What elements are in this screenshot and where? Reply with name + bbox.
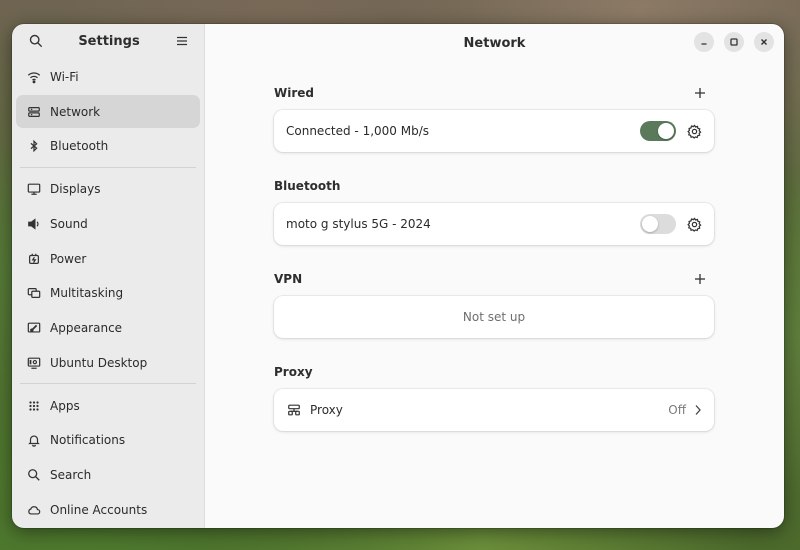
vpn-empty-row: Not set up: [274, 296, 714, 338]
sidebar-item-displays[interactable]: Displays: [16, 173, 200, 206]
proxy-label: Proxy: [310, 403, 343, 417]
close-button[interactable]: [754, 32, 774, 52]
apps-icon: [26, 398, 42, 414]
search-icon: [29, 35, 43, 48]
sidebar-item-bluetooth[interactable]: Bluetooth: [16, 130, 200, 163]
main-menu-button[interactable]: [170, 29, 194, 53]
bell-icon: [26, 432, 42, 448]
main-panel: Network Wired Connected - 1,000 Mb/s Blu…: [205, 24, 784, 528]
sidebar-divider: [20, 383, 196, 385]
speaker-icon: [26, 216, 42, 232]
network-icon: [26, 104, 42, 120]
cloud-icon: [26, 502, 42, 518]
network-content: Wired Connected - 1,000 Mb/s Bluetooth m…: [274, 82, 714, 454]
sidebar-item-label: Multitasking: [50, 286, 124, 301]
sidebar-item-label: Notifications: [50, 433, 126, 448]
gear-icon: [686, 216, 702, 232]
wired-connection-row: Connected - 1,000 Mb/s: [274, 110, 714, 152]
sidebar-item-label: Sound: [50, 217, 88, 231]
sidebar-header: Settings: [12, 26, 204, 56]
appearance-icon: [26, 320, 42, 336]
sidebar-list: Wi-Fi Network Bluetooth Displays Sound P…: [12, 56, 204, 528]
page-title: Network: [463, 35, 526, 51]
multitasking-icon: [26, 285, 42, 301]
maximize-icon: [730, 38, 738, 46]
chevron-right-icon: [694, 404, 702, 416]
proxy-group-header: Proxy: [274, 361, 714, 383]
search-icon: [26, 467, 42, 483]
sidebar-item-apps[interactable]: Apps: [16, 389, 200, 422]
gear-icon: [686, 123, 702, 139]
bluetooth-settings-button[interactable]: [686, 216, 702, 232]
sidebar-item-online-accounts[interactable]: Online Accounts: [16, 493, 200, 526]
wired-toggle[interactable]: [640, 121, 676, 141]
toggle-knob: [642, 216, 658, 232]
sidebar-item-label: Online Accounts: [50, 502, 148, 517]
vpn-group-header: VPN: [274, 268, 714, 290]
sidebar-item-ubuntu-desktop[interactable]: Ubuntu Desktop: [16, 346, 200, 379]
sidebar-item-label: Network: [50, 104, 101, 119]
ubuntu-desktop-icon: [26, 355, 42, 371]
sidebar-item-wifi[interactable]: Wi-Fi: [16, 60, 200, 93]
minimize-button[interactable]: [694, 32, 714, 52]
vpn-empty-text: Not set up: [462, 310, 526, 324]
sidebar-item-label: Ubuntu Desktop: [50, 355, 148, 370]
plus-icon: [695, 274, 705, 284]
header-bar: Network: [205, 24, 784, 62]
sidebar-item-label: Search: [50, 468, 92, 483]
bluetooth-group-header: Bluetooth: [274, 175, 714, 197]
sidebar-title: Settings: [78, 33, 140, 49]
sidebar-item-multitasking[interactable]: Multitasking: [16, 277, 200, 310]
sidebar-item-sound[interactable]: Sound: [16, 208, 200, 241]
bluetooth-title: Bluetooth: [274, 179, 341, 193]
wifi-icon: [26, 69, 42, 85]
toggle-knob: [658, 123, 674, 139]
bluetooth-icon: [26, 138, 42, 154]
add-wired-button[interactable]: [690, 83, 710, 103]
proxy-value: Off: [668, 403, 686, 417]
add-vpn-button[interactable]: [690, 269, 710, 289]
display-icon: [26, 181, 42, 197]
wired-settings-button[interactable]: [686, 123, 702, 139]
search-button[interactable]: [24, 29, 48, 53]
sidebar-item-notifications[interactable]: Notifications: [16, 424, 200, 457]
proxy-row[interactable]: Proxy Off: [274, 389, 714, 431]
plus-icon: [695, 88, 705, 98]
sidebar-item-appearance[interactable]: Appearance: [16, 312, 200, 345]
bluetooth-toggle[interactable]: [640, 214, 676, 234]
maximize-button[interactable]: [724, 32, 744, 52]
sidebar-item-network[interactable]: Network: [16, 95, 200, 129]
settings-window: Settings Wi-Fi Network Bluetooth Display…: [12, 24, 784, 528]
sidebar-item-label: Appearance: [50, 321, 123, 336]
sidebar: Settings Wi-Fi Network Bluetooth Display…: [12, 24, 205, 528]
sidebar-item-search[interactable]: Search: [16, 459, 200, 492]
bluetooth-device-row: moto g stylus 5G - 2024: [274, 203, 714, 245]
sidebar-divider: [20, 166, 196, 168]
proxy-title: Proxy: [274, 365, 313, 379]
bluetooth-device-name: moto g stylus 5G - 2024: [286, 217, 431, 231]
sidebar-item-label: Apps: [50, 398, 80, 413]
proxy-icon: [286, 402, 302, 418]
wired-group-header: Wired: [274, 82, 714, 104]
window-controls: [694, 32, 774, 52]
power-icon: [26, 251, 42, 267]
minimize-icon: [701, 43, 707, 45]
sidebar-item-label: Power: [50, 251, 87, 266]
desktop-background: Settings Wi-Fi Network Bluetooth Display…: [0, 0, 800, 550]
wired-title: Wired: [274, 86, 314, 100]
close-icon: [761, 39, 767, 45]
hamburger-menu-icon: [177, 37, 187, 46]
sidebar-item-power[interactable]: Power: [16, 242, 200, 275]
vpn-title: VPN: [274, 272, 303, 286]
sidebar-item-label: Displays: [50, 182, 101, 197]
sidebar-item-label: Wi-Fi: [50, 69, 79, 84]
wired-status: Connected - 1,000 Mb/s: [286, 124, 430, 138]
sidebar-item-label: Bluetooth: [50, 139, 109, 154]
